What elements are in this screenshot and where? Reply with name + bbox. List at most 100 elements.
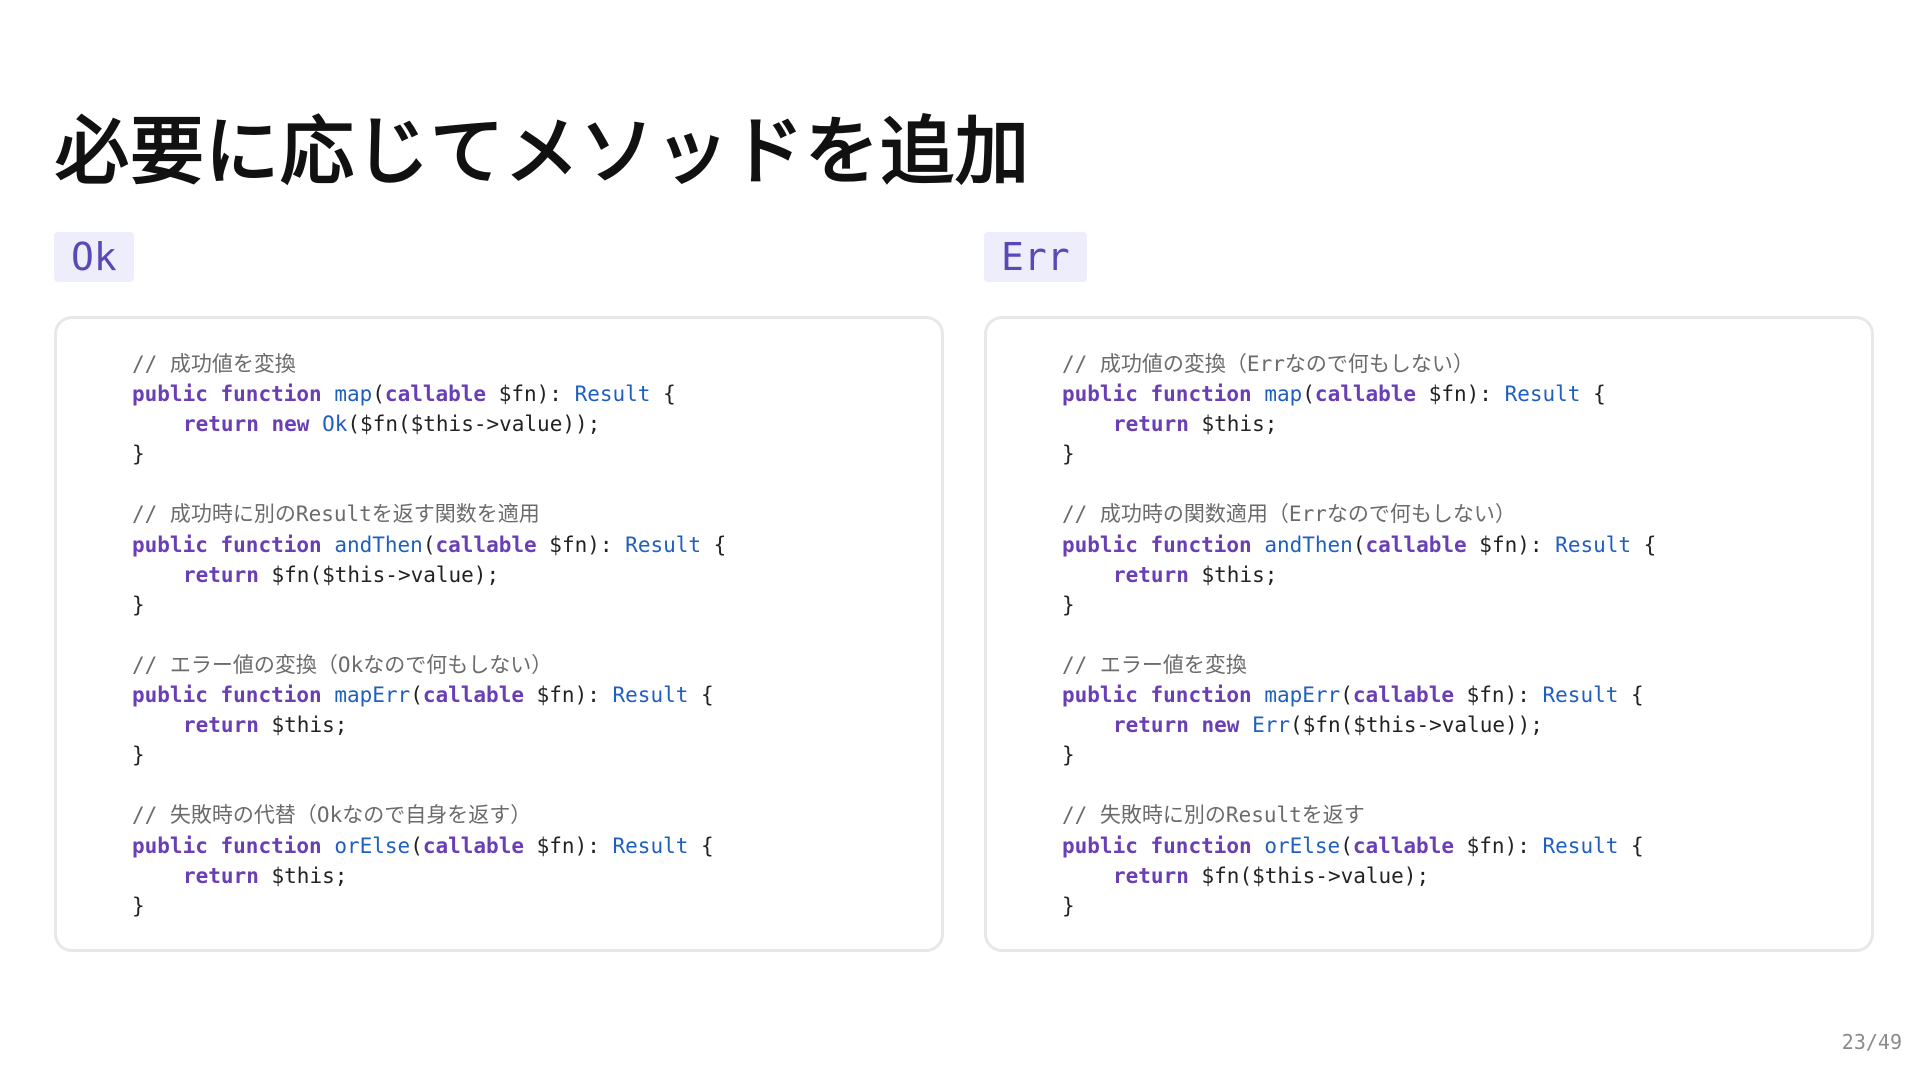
method-name: mapErr (334, 683, 411, 708)
open-brace: { (1580, 382, 1606, 407)
close-brace: } (132, 592, 145, 617)
keyword-return: return (183, 863, 259, 888)
code-line: // エラー値を変換 (1062, 650, 1656, 680)
open-brace: { (688, 683, 714, 708)
code-line: } (132, 740, 726, 770)
open-brace: { (688, 833, 714, 858)
return-type: Result (612, 683, 689, 708)
method-name: andThen (1264, 532, 1353, 557)
code-line: } (1062, 590, 1656, 620)
keyword-public: public (1062, 382, 1138, 407)
err-code-block: // 成功値の変換（Errなので何もしない） public function m… (1062, 349, 1656, 921)
code-comment: // エラー値を変換 (1062, 652, 1247, 677)
open-brace: { (1618, 683, 1644, 708)
statement-text: $this; (1201, 562, 1278, 587)
code-line: public function mapErr(callable $fn): Re… (132, 680, 726, 710)
statement-text: ($fn($this->value)); (347, 412, 601, 437)
return-type: Result (1555, 532, 1632, 557)
open-paren: ( (372, 382, 385, 407)
return-type: Result (625, 532, 702, 557)
close-brace: } (1062, 893, 1075, 918)
keyword-return: return (1113, 412, 1189, 437)
keyword-new: new (1201, 713, 1240, 738)
keyword-return: return (1113, 562, 1189, 587)
keyword-function: function (1150, 532, 1252, 557)
code-line: // 成功値の変換（Errなので何もしない） (1062, 349, 1656, 379)
page-number: 23/49 (1841, 1030, 1902, 1054)
close-brace: } (132, 442, 145, 467)
open-brace: { (650, 382, 676, 407)
keyword-public: public (1062, 532, 1138, 557)
ok-label: Ok (54, 232, 134, 282)
method-name: map (1264, 382, 1303, 407)
keyword-return: return (1113, 713, 1189, 738)
code-line: return $fn($this->value); (1062, 861, 1656, 891)
open-brace: { (701, 532, 727, 557)
close-brace: } (132, 893, 145, 918)
code-line: return new Ok($fn($this->value)); (132, 409, 726, 439)
code-line: } (132, 439, 726, 469)
keyword-return: return (183, 713, 259, 738)
code-line: } (1062, 439, 1656, 469)
code-line: // 失敗時の代替（Okなので自身を返す） (132, 800, 726, 830)
method-name: andThen (334, 532, 423, 557)
keyword-return: return (183, 562, 259, 587)
code-line: public function andThen(callable $fn): R… (132, 530, 726, 560)
open-paren: ( (1352, 532, 1366, 557)
keyword-function: function (1150, 382, 1252, 407)
code-line: return $this; (132, 861, 726, 891)
param-text: $fn): (536, 532, 626, 557)
method-name: map (334, 382, 373, 407)
keyword-public: public (132, 683, 208, 708)
close-brace: } (1062, 442, 1075, 467)
code-comment: // 失敗時の代替（Okなので自身を返す） (132, 803, 532, 828)
code-comment: // 失敗時に別のResultを返す (1062, 803, 1365, 828)
keyword-callable: callable (1352, 683, 1454, 708)
code-line: } (1062, 740, 1656, 770)
code-line: // 成功時に別のResultを返す関数を適用 (132, 499, 726, 529)
code-line: return $this; (1062, 560, 1656, 590)
slide-title: 必要に応じてメソッドを追加 (55, 109, 1030, 195)
code-comment: // 成功値の変換（Errなので何もしない） (1062, 352, 1474, 376)
keyword-callable: callable (435, 532, 537, 557)
param-text: $fn): (524, 683, 613, 708)
ok-code-panel: // 成功値を変換 public function map(callable $… (54, 316, 944, 952)
statement-text: $this; (271, 713, 348, 738)
code-line: return new Err($fn($this->value)); (1062, 710, 1656, 740)
keyword-callable: callable (1365, 532, 1467, 557)
return-type: Result (574, 382, 651, 407)
keyword-callable: callable (384, 382, 487, 407)
statement-text: $this; (1201, 412, 1278, 437)
code-line: public function orElse(callable $fn): Re… (132, 831, 726, 861)
open-paren: ( (1340, 683, 1353, 708)
method-name: orElse (334, 833, 411, 858)
code-line: // 成功値を変換 (132, 349, 726, 379)
keyword-public: public (1062, 833, 1138, 858)
constructor-name: Err (1252, 713, 1291, 738)
statement-text: $fn($this->value); (1201, 863, 1430, 888)
keyword-public: public (132, 532, 208, 557)
close-brace: } (132, 743, 145, 768)
ok-code-block: // 成功値を変換 public function map(callable $… (132, 349, 726, 921)
code-line: public function map(callable $fn): Resul… (1062, 379, 1656, 409)
open-paren: ( (410, 833, 423, 858)
code-line: } (132, 891, 726, 921)
keyword-callable: callable (422, 833, 524, 858)
method-name: mapErr (1264, 683, 1341, 708)
param-text: $fn): (486, 382, 575, 407)
constructor-name: Ok (322, 412, 348, 437)
code-comment: // 成功時の関数適用（Errなので何もしない） (1062, 502, 1516, 527)
keyword-function: function (220, 382, 322, 407)
keyword-function: function (220, 683, 322, 708)
open-paren: ( (410, 683, 423, 708)
return-type: Result (1504, 382, 1581, 407)
open-paren: ( (1340, 833, 1353, 858)
code-line: // エラー値の変換（Okなので何もしない） (132, 650, 726, 680)
code-line: return $this; (132, 710, 726, 740)
code-line: } (1062, 891, 1656, 921)
open-paren: ( (1302, 382, 1315, 407)
